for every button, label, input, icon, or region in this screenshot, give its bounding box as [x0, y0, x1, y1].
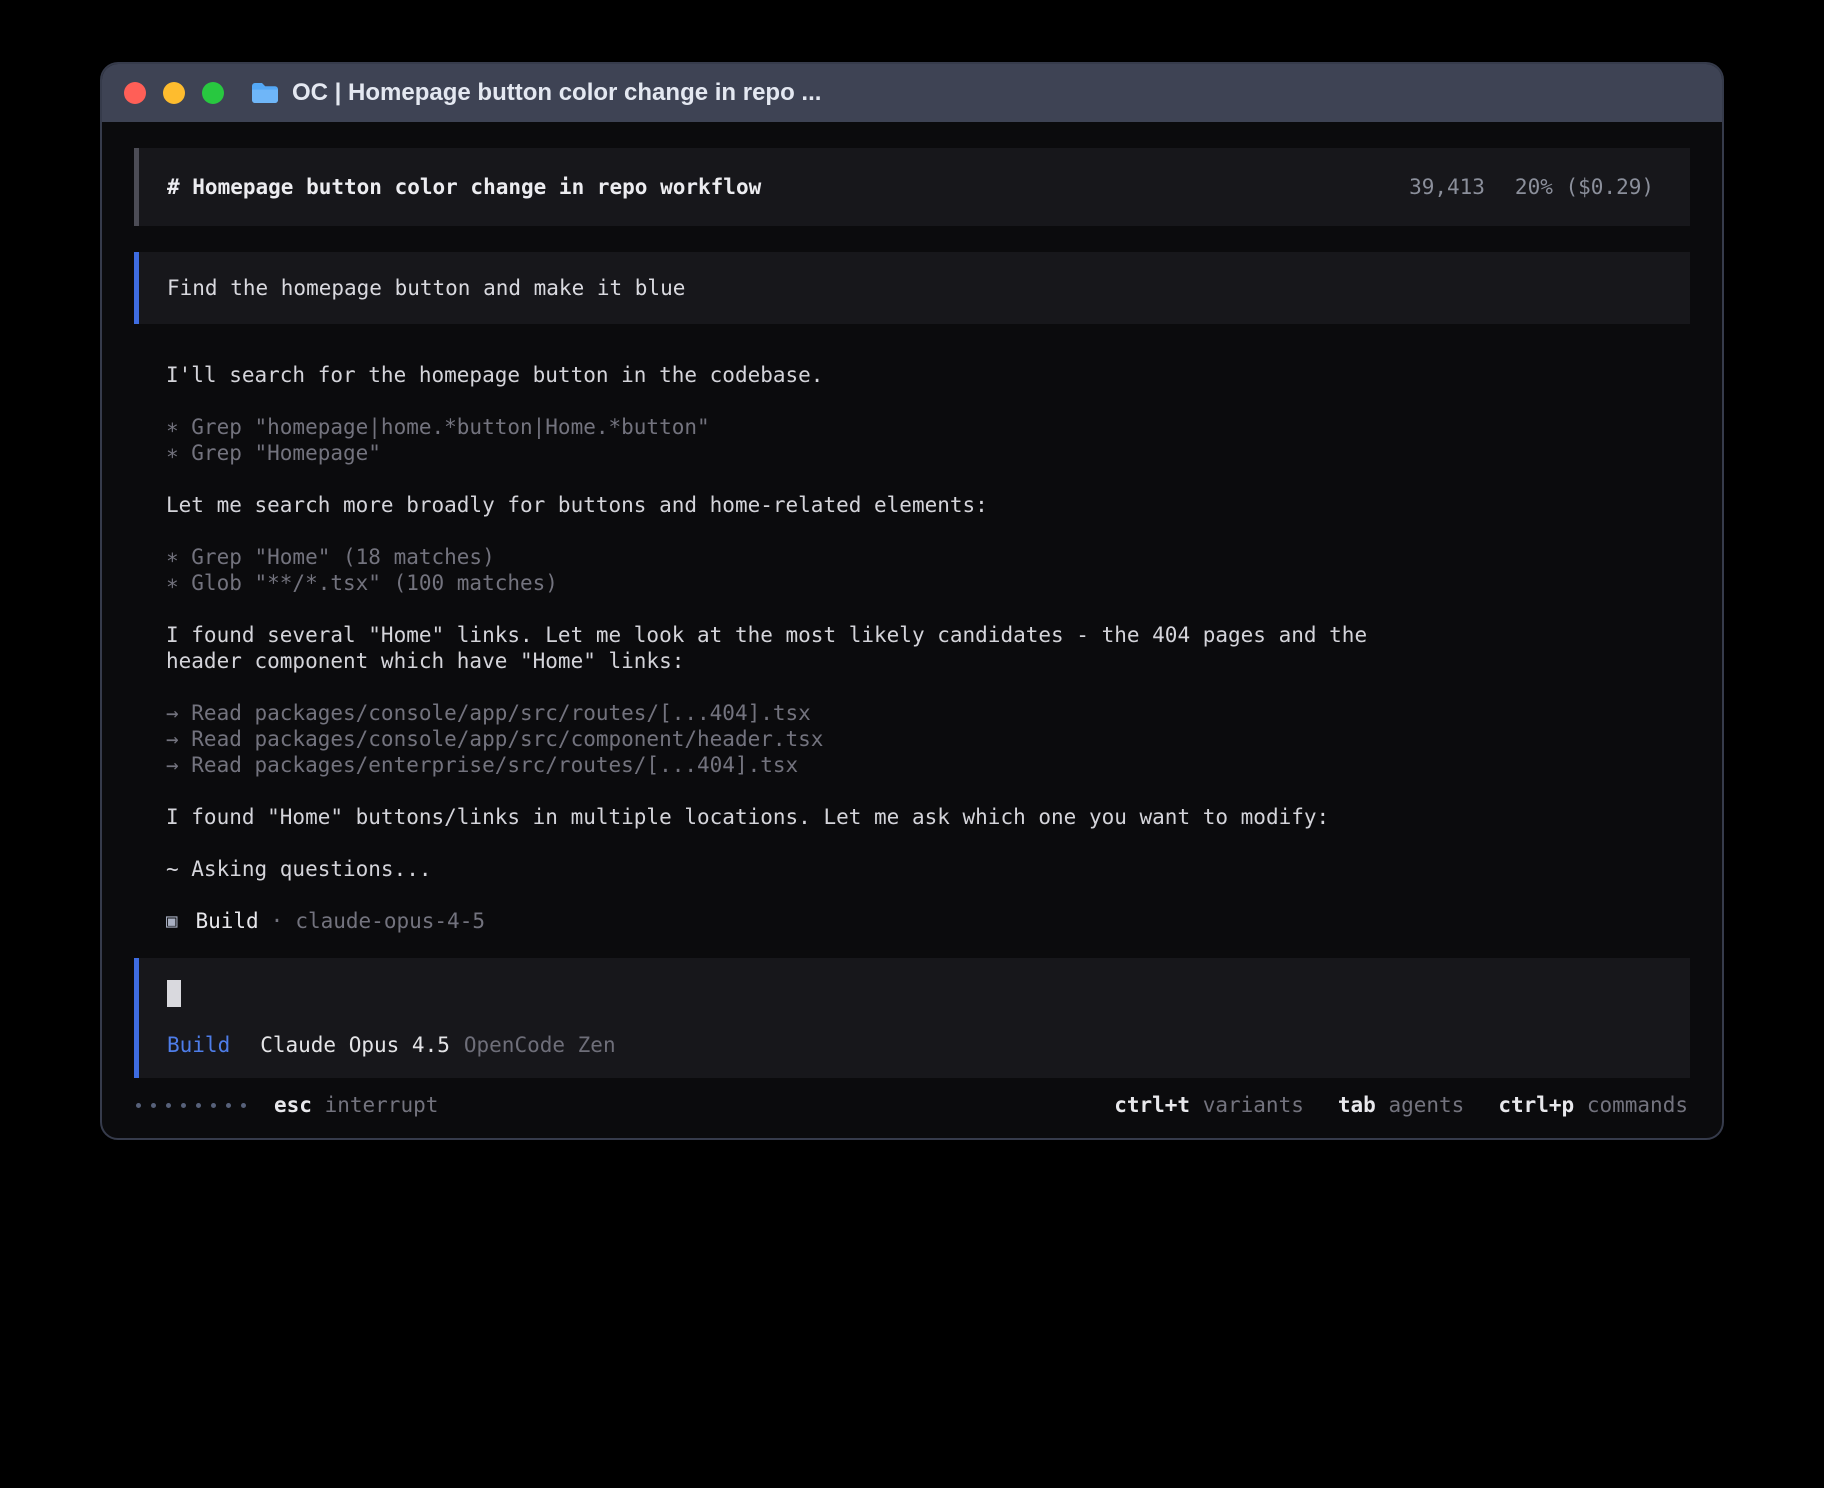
- transcript-block-status: ~ Asking questions...: [166, 856, 1690, 882]
- spinner-dot: [136, 1103, 141, 1108]
- transcript-line: → Read packages/console/app/src/componen…: [166, 726, 1690, 752]
- transcript-line: ∗ Grep "Home" (18 matches): [166, 544, 1690, 570]
- transcript-block-tool: ∗ Grep "Home" (18 matches)∗ Glob "**/*.t…: [166, 544, 1690, 596]
- agent-separator: ·: [271, 908, 284, 934]
- session-title: # Homepage button color change in repo w…: [167, 174, 761, 200]
- window-titlebar[interactable]: OC | Homepage button color change in rep…: [102, 64, 1722, 122]
- interrupt-hint: esc interrupt: [274, 1092, 438, 1118]
- transcript-line: → Read packages/enterprise/src/routes/[.…: [166, 752, 1690, 778]
- prompt-input[interactable]: Build Claude Opus 4.5 OpenCode Zen: [134, 958, 1690, 1078]
- transcript-line: ∗ Grep "Homepage": [166, 440, 1690, 466]
- terminal-window: OC | Homepage button color change in rep…: [100, 62, 1724, 1140]
- terminal-content: # Homepage button color change in repo w…: [102, 122, 1722, 1138]
- traffic-lights: [124, 82, 224, 104]
- spinner-dot: [211, 1103, 216, 1108]
- transcript-block-tool: → Read packages/console/app/src/routes/[…: [166, 700, 1690, 778]
- spinner-dots: [136, 1103, 246, 1108]
- transcript-line: I'll search for the homepage button in t…: [166, 362, 1436, 388]
- text-cursor: [167, 980, 181, 1007]
- shortcut-label: interrupt: [325, 1093, 439, 1117]
- transcript-block-text: I found several "Home" links. Let me loo…: [166, 622, 1690, 674]
- zoom-button[interactable]: [202, 82, 224, 104]
- agent-mode-label[interactable]: Build: [167, 1032, 230, 1058]
- transcript-line: → Read packages/console/app/src/routes/[…: [166, 700, 1690, 726]
- spinner-dot: [241, 1103, 246, 1108]
- transcript-line: I found several "Home" links. Let me loo…: [166, 622, 1436, 674]
- shortcut-hint: ctrl+t variants: [1114, 1092, 1304, 1118]
- minimize-button[interactable]: [163, 82, 185, 104]
- session-stats: 39,413 20% ($0.29): [1409, 174, 1654, 200]
- transcript-block-tool: ∗ Grep "homepage|home.*button|Home.*butt…: [166, 414, 1690, 466]
- transcript-line: ~ Asking questions...: [166, 856, 1690, 882]
- shortcut-key: ctrl+p: [1498, 1093, 1574, 1117]
- transcript-line: ∗ Glob "**/*.tsx" (100 matches): [166, 570, 1690, 596]
- status-bar-left: esc interrupt: [136, 1092, 438, 1118]
- session-header: # Homepage button color change in repo w…: [134, 148, 1690, 226]
- close-button[interactable]: [124, 82, 146, 104]
- transcript: I'll search for the homepage button in t…: [166, 362, 1690, 882]
- spinner-dot: [181, 1103, 186, 1108]
- user-message-text: Find the homepage button and make it blu…: [167, 275, 685, 301]
- shortcut-hint: tab agents: [1338, 1092, 1464, 1118]
- agent-name: Build: [195, 908, 258, 934]
- input-meta-row: Build Claude Opus 4.5 OpenCode Zen: [167, 1032, 1662, 1058]
- status-hints: ctrl+t variants tab agents ctrl+p commands: [1114, 1092, 1688, 1118]
- shortcut-key: ctrl+t: [1114, 1093, 1190, 1117]
- shortcut-key: esc: [274, 1093, 312, 1117]
- transcript-block-text: I found "Home" buttons/links in multiple…: [166, 804, 1690, 830]
- shortcut-label: agents: [1388, 1093, 1464, 1117]
- model-name: Claude Opus 4.5: [260, 1032, 450, 1058]
- transcript-line: I found "Home" buttons/links in multiple…: [166, 804, 1436, 830]
- transcript-block-text: Let me search more broadly for buttons a…: [166, 492, 1690, 518]
- context-usage: 20% ($0.29): [1515, 174, 1654, 200]
- transcript-block-text: I'll search for the homepage button in t…: [166, 362, 1690, 388]
- agent-status-line: ▣ Build · claude-opus-4-5: [166, 908, 1690, 934]
- shortcut-label: variants: [1203, 1093, 1304, 1117]
- agent-square-icon: ▣: [166, 908, 177, 934]
- shortcut-label: commands: [1587, 1093, 1688, 1117]
- spinner-dot: [226, 1103, 231, 1108]
- folder-icon: [250, 81, 280, 105]
- transcript-line: ∗ Grep "homepage|home.*button|Home.*butt…: [166, 414, 1690, 440]
- shortcut-key: tab: [1338, 1093, 1376, 1117]
- spinner-dot: [151, 1103, 156, 1108]
- provider-name: OpenCode Zen: [464, 1032, 616, 1058]
- token-count: 39,413: [1409, 174, 1485, 200]
- transcript-line: Let me search more broadly for buttons a…: [166, 492, 1436, 518]
- window-title: OC | Homepage button color change in rep…: [292, 79, 821, 107]
- shortcut-hint: ctrl+p commands: [1498, 1092, 1688, 1118]
- user-message: Find the homepage button and make it blu…: [134, 252, 1690, 324]
- spinner-dot: [166, 1103, 171, 1108]
- spinner-dot: [196, 1103, 201, 1108]
- status-bar: esc interrupt ctrl+t variantstab agentsc…: [134, 1092, 1690, 1118]
- agent-model: claude-opus-4-5: [295, 908, 485, 934]
